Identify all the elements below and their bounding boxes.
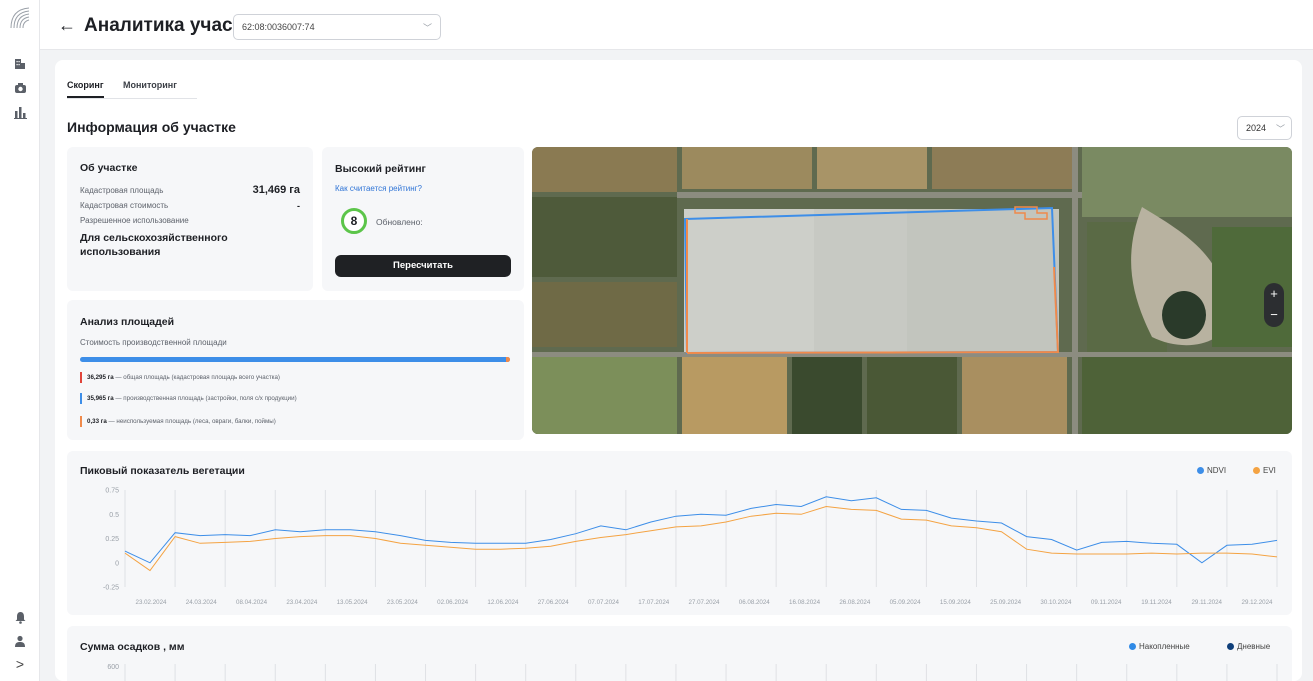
unused-area-marker xyxy=(80,416,82,427)
series-line-evi xyxy=(124,505,1278,572)
zoom-control: + − xyxy=(1264,283,1284,327)
x-tick-label: 26.08.2024 xyxy=(839,599,871,606)
rating-score-badge: 8 xyxy=(341,208,367,234)
x-tick-label: 24.03.2024 xyxy=(186,599,218,606)
y-tick-label: 0.75 xyxy=(105,488,119,495)
productive-area-value: 35,965 га xyxy=(87,395,114,402)
recalculate-button[interactable]: Пересчитать xyxy=(335,255,511,277)
main-content: Скоринг Мониторинг Информация об участке… xyxy=(55,60,1302,681)
about-title: Об участке xyxy=(80,162,138,174)
cadastral-number-select[interactable]: 62:08:0036007:74 ﹀ xyxy=(233,14,441,40)
unused-area-row: 0,33 га — неиспользуемая площадь (леса, … xyxy=(80,416,276,427)
x-tick-label: 12.06.2024 xyxy=(487,599,519,606)
y-tick-label: 0 xyxy=(115,560,119,567)
x-tick-label: 29.12.2024 xyxy=(1242,599,1274,606)
y-tick-label: -0.25 xyxy=(103,585,119,592)
area-analysis-subtitle: Стоимость производственной площади xyxy=(80,338,227,347)
chevron-down-icon: ﹀ xyxy=(422,23,432,33)
x-tick-label: 16.08.2024 xyxy=(789,599,821,606)
bar-chart-icon[interactable] xyxy=(12,104,28,120)
zoom-out-button[interactable]: − xyxy=(1264,305,1284,325)
x-tick-label: 02.06.2024 xyxy=(437,599,469,606)
y-tick-label: 0.5 xyxy=(109,512,119,519)
cadastral-area-label: Кадастровая площадь xyxy=(80,186,164,195)
permitted-use-value: Для сельскохозяйственного использования xyxy=(80,232,228,258)
total-area-text: — общая площадь (кадастровая площадь все… xyxy=(113,374,280,381)
rating-info-link[interactable]: Как считается рейтинг? xyxy=(335,184,422,194)
expand-sidebar-chevron-icon[interactable]: > xyxy=(12,656,28,672)
precipitation-chart-panel: Сумма осадков , мм Накопленные Дневные 6… xyxy=(67,626,1292,681)
x-tick-label: 25.09.2024 xyxy=(990,599,1022,606)
x-tick-label: 06.08.2024 xyxy=(739,599,771,606)
area-analysis-title: Анализ площадей xyxy=(80,316,175,328)
year-select[interactable]: 2024 ﹀ xyxy=(1237,116,1292,140)
back-arrow-icon[interactable]: ← xyxy=(58,15,76,35)
productive-area-row: 35,965 га — производственная площадь (за… xyxy=(80,393,297,404)
bell-icon[interactable] xyxy=(12,609,28,625)
year-value: 2024 xyxy=(1246,123,1267,133)
x-tick-label: 30.10.2024 xyxy=(1040,599,1072,606)
satellite-map[interactable]: + − xyxy=(532,147,1292,434)
sidebar: > xyxy=(0,0,40,681)
x-tick-label: 13.05.2024 xyxy=(337,599,369,606)
total-area-value: 36,295 га xyxy=(87,374,114,381)
x-tick-label: 09.11.2024 xyxy=(1091,599,1122,606)
x-tick-label: 05.09.2024 xyxy=(890,599,922,606)
area-analysis-panel: Анализ площадей Стоимость производственн… xyxy=(67,300,524,440)
tab-bar: Скоринг Мониторинг xyxy=(67,77,197,99)
vegetation-chart: 0.75 0.5 0.25 0 -0.25 23.02.2024 24.03.2024 08.… xyxy=(103,488,1278,606)
vegetation-chart-panel: Пиковый показатель вегетации NDVI EVI 0.… xyxy=(67,451,1292,615)
x-tick-label: 19.11.2024 xyxy=(1141,599,1172,606)
unused-area-value: 0,33 га xyxy=(87,418,107,425)
x-tick-label: 27.06.2024 xyxy=(538,599,570,606)
camera-icon[interactable] xyxy=(12,80,28,96)
tab-monitoring[interactable]: Мониторинг xyxy=(123,79,177,91)
rating-panel: Высокий рейтинг Как считается рейтинг? 8… xyxy=(322,147,524,291)
cadastral-cost-label: Кадастровая стоимость xyxy=(80,201,169,210)
satellite-imagery xyxy=(532,147,1292,434)
unused-area-text: — неиспользуемая площадь (леса, овраги, … xyxy=(106,418,276,425)
updated-label: Обновлено: xyxy=(376,217,423,227)
productive-area-text: — производственная площадь (застройки, п… xyxy=(113,395,297,402)
x-tick-label: 08.04.2024 xyxy=(236,599,268,606)
area-progress-bar xyxy=(80,357,510,362)
permitted-use-label: Разрешенное использование xyxy=(80,216,189,225)
x-tick-label: 15.09.2024 xyxy=(940,599,972,606)
x-tick-label: 07.07.2024 xyxy=(588,599,620,606)
unused-area-segment xyxy=(506,357,510,362)
x-tick-label: 29.11.2024 xyxy=(1191,599,1222,606)
x-tick-label: 23.02.2024 xyxy=(136,599,168,606)
zoom-in-button[interactable]: + xyxy=(1264,284,1284,304)
page-header: ← Аналитика участка 62:08:0036007:74 ﹀ xyxy=(40,0,1313,50)
y-tick-label: 0.25 xyxy=(105,536,119,543)
x-tick-label: 17.07.2024 xyxy=(638,599,670,606)
about-panel: Об участке Кадастровая площадь 31,469 га… xyxy=(67,147,313,291)
precipitation-chart: 600 xyxy=(107,664,1278,681)
cadastral-cost-value: - xyxy=(297,201,300,211)
x-tick-label: 23.04.2024 xyxy=(286,599,318,606)
x-tick-label: 27.07.2024 xyxy=(689,599,721,606)
productive-area-marker xyxy=(80,393,82,404)
section-title: Информация об участке xyxy=(67,119,236,135)
user-icon[interactable] xyxy=(12,633,28,649)
x-tick-label: 23.05.2024 xyxy=(387,599,419,606)
total-area-row: 36,295 га — общая площадь (кадастровая п… xyxy=(80,372,280,383)
cadastral-area-value: 31,469 га xyxy=(252,184,300,196)
rating-title: Высокий рейтинг xyxy=(335,163,426,175)
cadastral-number-value: 62:08:0036007:74 xyxy=(242,22,315,32)
total-area-marker xyxy=(80,372,82,383)
building-icon[interactable] xyxy=(12,55,28,71)
app-logo-icon[interactable] xyxy=(9,6,31,30)
tab-scoring[interactable]: Скоринг xyxy=(67,79,104,98)
series-line-ndvi xyxy=(124,496,1278,564)
y-tick-label: 600 xyxy=(107,664,119,671)
chevron-down-icon: ﹀ xyxy=(1275,124,1285,134)
